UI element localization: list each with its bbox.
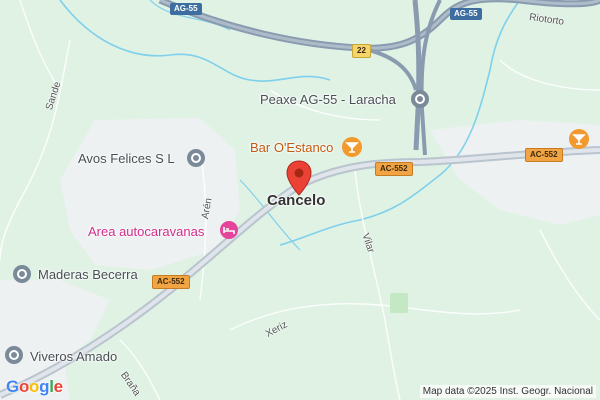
road-22-shield: 22 [352, 44, 371, 58]
town-label-cancelo[interactable]: Cancelo [267, 192, 325, 209]
poi-label-viveros-amado[interactable]: Viveros Amado [30, 349, 117, 364]
poi-label-peaxe[interactable]: Peaxe AG-55 - Laracha [260, 92, 396, 107]
google-logo[interactable]: Google [6, 377, 63, 397]
poi-label-area-autocaravanas[interactable]: Area autocaravanas [88, 224, 204, 239]
location-circle-icon-avos[interactable] [186, 148, 206, 168]
cocktail-glass-icon-east[interactable] [568, 128, 590, 150]
ag55-shield-west: AG-55 [170, 3, 202, 15]
poi-label-avos-felices[interactable]: Avos Felices S L [78, 151, 175, 166]
bed-icon[interactable] [219, 220, 239, 240]
map-canvas[interactable]: AG-55 AG-55 22 AC-552 AC-552 AC-552 Sand… [0, 0, 600, 400]
location-circle-icon-viveros[interactable] [4, 345, 24, 365]
map-attribution[interactable]: Map data ©2025 Inst. Geogr. Nacional [419, 385, 596, 398]
ac552-shield-east: AC-552 [525, 148, 563, 162]
map-pin-icon[interactable] [286, 160, 312, 196]
ac552-shield-center: AC-552 [375, 162, 413, 176]
location-circle-icon-maderas[interactable] [12, 264, 32, 284]
poi-label-bar[interactable]: Bar O'Estanco [250, 140, 333, 155]
ac552-shield-west: AC-552 [152, 275, 190, 289]
location-circle-icon[interactable] [410, 89, 430, 109]
poi-label-maderas-becerra[interactable]: Maderas Becerra [38, 267, 138, 282]
ag55-shield-east: AG-55 [450, 8, 482, 20]
cocktail-glass-icon[interactable] [341, 136, 363, 158]
